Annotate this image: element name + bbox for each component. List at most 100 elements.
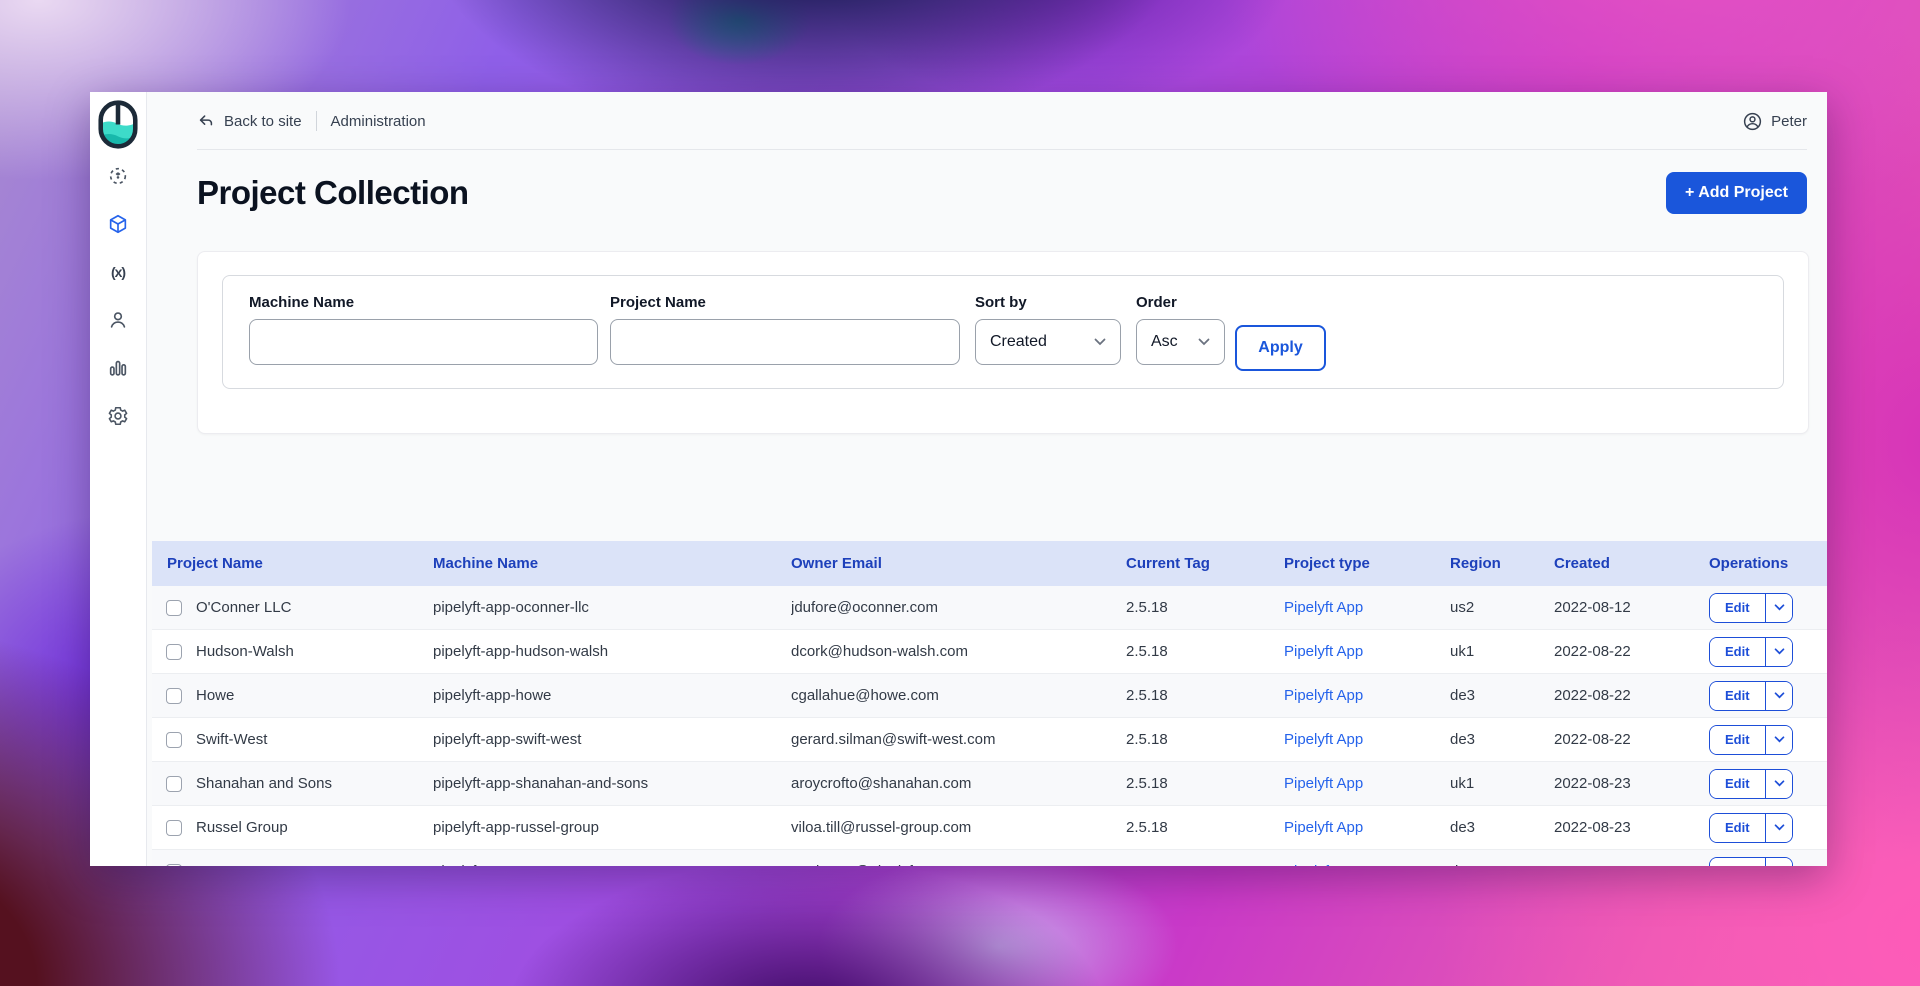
stats-icon[interactable] bbox=[106, 356, 130, 380]
column-header-owner-email[interactable]: Owner Email bbox=[791, 555, 1126, 572]
chevron-down-icon bbox=[1198, 338, 1210, 346]
project-name-cell: Hudson-Walsh bbox=[196, 643, 294, 660]
project-name-cell: Howe bbox=[196, 687, 234, 704]
back-to-site-label: Back to site bbox=[224, 113, 302, 130]
column-header-machine-name[interactable]: Machine Name bbox=[433, 555, 791, 572]
project-name-cell: Russel Group bbox=[196, 819, 288, 836]
project-name-label: Project Name bbox=[610, 294, 960, 311]
region-cell: de3 bbox=[1450, 687, 1554, 704]
table-body: O'Conner LLC pipelyft-app-oconner-llc jd… bbox=[152, 586, 1827, 866]
settings-gear-icon[interactable] bbox=[106, 404, 130, 428]
created-cell: 2022-08-12 bbox=[1554, 599, 1709, 616]
machine-name-cell: pipelyft-app-amazee bbox=[433, 863, 791, 866]
table-header-row: Project Name Machine Name Owner Email Cu… bbox=[152, 541, 1827, 586]
owner-email-cell: cgallahue@howe.com bbox=[791, 687, 1126, 704]
edit-button[interactable]: Edit bbox=[1710, 638, 1765, 666]
current-tag-cell: 2.5.18 bbox=[1126, 775, 1284, 792]
machine-name-cell: pipelyft-app-shanahan-and-sons bbox=[433, 775, 791, 792]
machine-name-cell: pipelyft-app-hudson-walsh bbox=[433, 643, 791, 660]
project-name-input[interactable] bbox=[610, 319, 960, 365]
row-checkbox[interactable] bbox=[166, 732, 182, 748]
edit-dropdown-toggle[interactable] bbox=[1766, 594, 1792, 622]
chevron-down-icon bbox=[1774, 648, 1785, 655]
select-area-icon[interactable] bbox=[106, 164, 130, 188]
user-menu[interactable]: Peter bbox=[1742, 111, 1807, 132]
project-type-link[interactable]: Pipelyft App bbox=[1284, 819, 1450, 836]
created-cell: 2022-08-23 bbox=[1554, 775, 1709, 792]
sort-by-label: Sort by bbox=[975, 294, 1121, 311]
table-row: Shanahan and Sons pipelyft-app-shanahan-… bbox=[152, 762, 1827, 806]
table-row: O'Conner LLC pipelyft-app-oconner-llc jd… bbox=[152, 586, 1827, 630]
row-checkbox[interactable] bbox=[166, 776, 182, 792]
column-header-created[interactable]: Created bbox=[1554, 555, 1709, 572]
column-header-project-type[interactable]: Project type bbox=[1284, 555, 1450, 572]
project-name-cell: O'Conner LLC bbox=[196, 599, 291, 616]
order-select[interactable]: Asc bbox=[1136, 319, 1225, 365]
machine-name-cell: pipelyft-app-swift-west bbox=[433, 731, 791, 748]
edit-button[interactable]: Edit bbox=[1710, 814, 1765, 842]
chevron-down-icon bbox=[1774, 736, 1785, 743]
edit-dropdown-toggle[interactable] bbox=[1766, 858, 1792, 867]
machine-name-cell: pipelyft-app-oconner-llc bbox=[433, 599, 791, 616]
region-cell: de3 bbox=[1450, 819, 1554, 836]
edit-split-button: Edit bbox=[1709, 725, 1793, 755]
created-cell: 2022-08-22 bbox=[1554, 643, 1709, 660]
machine-name-cell: pipelyft-app-howe bbox=[433, 687, 791, 704]
project-name-cell: Swift-West bbox=[196, 731, 267, 748]
row-checkbox[interactable] bbox=[166, 644, 182, 660]
app-logo-mouse-icon[interactable] bbox=[98, 99, 138, 150]
back-to-site-link[interactable]: Back to site bbox=[197, 112, 302, 130]
user-circle-icon bbox=[1742, 111, 1763, 132]
table-row: Howe pipelyft-app-howe cgallahue@howe.co… bbox=[152, 674, 1827, 718]
created-cell: 2022-08-22 bbox=[1554, 731, 1709, 748]
row-checkbox[interactable] bbox=[166, 688, 182, 704]
row-checkbox[interactable] bbox=[166, 864, 182, 867]
project-type-link[interactable]: Pipelyft App bbox=[1284, 643, 1450, 660]
owner-email-cell: dcork@hudson-walsh.com bbox=[791, 643, 1126, 660]
sort-by-value: Created bbox=[990, 333, 1047, 351]
project-name-cell: Shanahan and Sons bbox=[196, 775, 332, 792]
current-tag-cell: 2.5.18 bbox=[1126, 863, 1284, 866]
modules-cube-icon[interactable] bbox=[106, 212, 130, 236]
edit-button[interactable]: Edit bbox=[1710, 682, 1765, 710]
edit-button[interactable]: Edit bbox=[1710, 770, 1765, 798]
row-checkbox[interactable] bbox=[166, 600, 182, 616]
chevron-down-icon bbox=[1774, 780, 1785, 787]
project-type-link[interactable]: Pipelyft App bbox=[1284, 731, 1450, 748]
column-header-region[interactable]: Region bbox=[1450, 555, 1554, 572]
project-type-link[interactable]: Pipelyft App bbox=[1284, 599, 1450, 616]
created-cell: 2022-08-23 bbox=[1554, 819, 1709, 836]
project-type-link[interactable]: Pipelyft App bbox=[1284, 687, 1450, 704]
edit-split-button: Edit bbox=[1709, 593, 1793, 623]
region-cell: uk1 bbox=[1450, 643, 1554, 660]
project-type-link[interactable]: Pipelyft App bbox=[1284, 775, 1450, 792]
edit-button[interactable]: Edit bbox=[1710, 858, 1765, 867]
edit-dropdown-toggle[interactable] bbox=[1766, 682, 1792, 710]
sort-by-select[interactable]: Created bbox=[975, 319, 1121, 365]
machine-name-input[interactable] bbox=[249, 319, 598, 365]
region-cell: de3 bbox=[1450, 731, 1554, 748]
row-checkbox[interactable] bbox=[166, 820, 182, 836]
chevron-down-icon bbox=[1774, 604, 1785, 611]
project-name-cell: Amazee bbox=[196, 863, 251, 866]
users-icon[interactable] bbox=[106, 308, 130, 332]
current-tag-cell: 2.5.18 bbox=[1126, 687, 1284, 704]
owner-email-cell: jdufore@oconner.com bbox=[791, 599, 1126, 616]
edit-dropdown-toggle[interactable] bbox=[1766, 770, 1792, 798]
column-header-current-tag[interactable]: Current Tag bbox=[1126, 555, 1284, 572]
project-type-link[interactable]: Pipelyft App bbox=[1284, 863, 1450, 866]
edit-dropdown-toggle[interactable] bbox=[1766, 638, 1792, 666]
region-cell: de3 bbox=[1450, 863, 1554, 866]
created-cell: 2022-08-22 bbox=[1554, 687, 1709, 704]
functions-icon[interactable]: (x) bbox=[106, 260, 130, 284]
apply-button[interactable]: Apply bbox=[1235, 325, 1326, 371]
topbar: Back to site Administration Peter bbox=[147, 92, 1827, 150]
order-value: Asc bbox=[1151, 333, 1178, 351]
add-project-button[interactable]: + Add Project bbox=[1666, 172, 1807, 214]
edit-dropdown-toggle[interactable] bbox=[1766, 814, 1792, 842]
edit-button[interactable]: Edit bbox=[1710, 726, 1765, 754]
edit-dropdown-toggle[interactable] bbox=[1766, 726, 1792, 754]
edit-button[interactable]: Edit bbox=[1710, 594, 1765, 622]
order-label: Order bbox=[1136, 294, 1225, 311]
column-header-project-name[interactable]: Project Name bbox=[152, 555, 433, 572]
